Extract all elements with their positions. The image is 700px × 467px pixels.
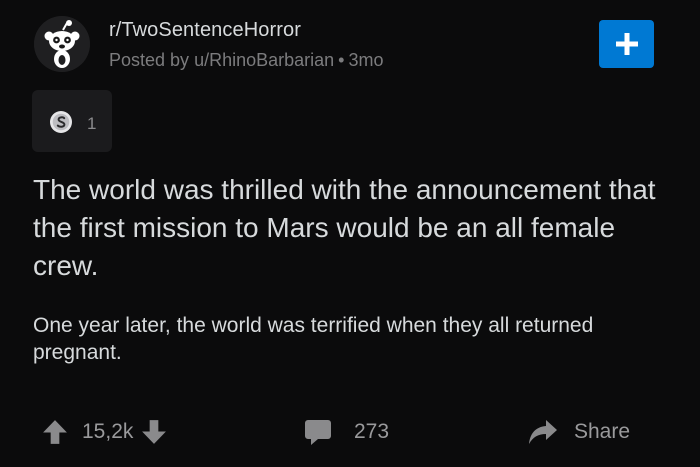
posted-by-prefix: Posted by xyxy=(109,50,190,70)
arrow-up-icon xyxy=(43,420,67,444)
snoo-icon xyxy=(34,16,90,72)
subreddit-name[interactable]: r/TwoSentenceHorror xyxy=(109,19,301,42)
share-label: Share xyxy=(574,420,631,443)
post-age: 3mo xyxy=(348,50,384,70)
vote-score: 15,2k xyxy=(82,420,134,443)
vote-bar: 15,2k xyxy=(42,416,167,448)
downvote-button[interactable] xyxy=(141,419,167,445)
silver-award-icon xyxy=(50,111,72,133)
author-username[interactable]: u/RhinoBarbarian xyxy=(194,50,334,70)
share-icon xyxy=(529,420,557,444)
comment-icon xyxy=(305,419,331,445)
subreddit-avatar[interactable] xyxy=(34,16,90,72)
join-button[interactable] xyxy=(599,20,654,68)
meta-separator: • xyxy=(338,50,345,70)
post-title[interactable]: The world was thrilled with the announce… xyxy=(33,171,673,285)
share-button[interactable]: Share xyxy=(528,416,630,448)
upvote-button[interactable] xyxy=(42,419,68,445)
comments-button[interactable]: 273 xyxy=(304,416,389,448)
post-meta: Posted by u/RhinoBarbarian • 3mo xyxy=(109,50,384,71)
plus-icon xyxy=(615,33,638,55)
award-badge[interactable] xyxy=(32,90,112,152)
comment-count: 273 xyxy=(354,420,390,443)
award-count: 1 xyxy=(87,114,97,133)
arrow-down-icon xyxy=(142,420,167,444)
post-body: One year later, the world was terrified … xyxy=(33,314,594,364)
